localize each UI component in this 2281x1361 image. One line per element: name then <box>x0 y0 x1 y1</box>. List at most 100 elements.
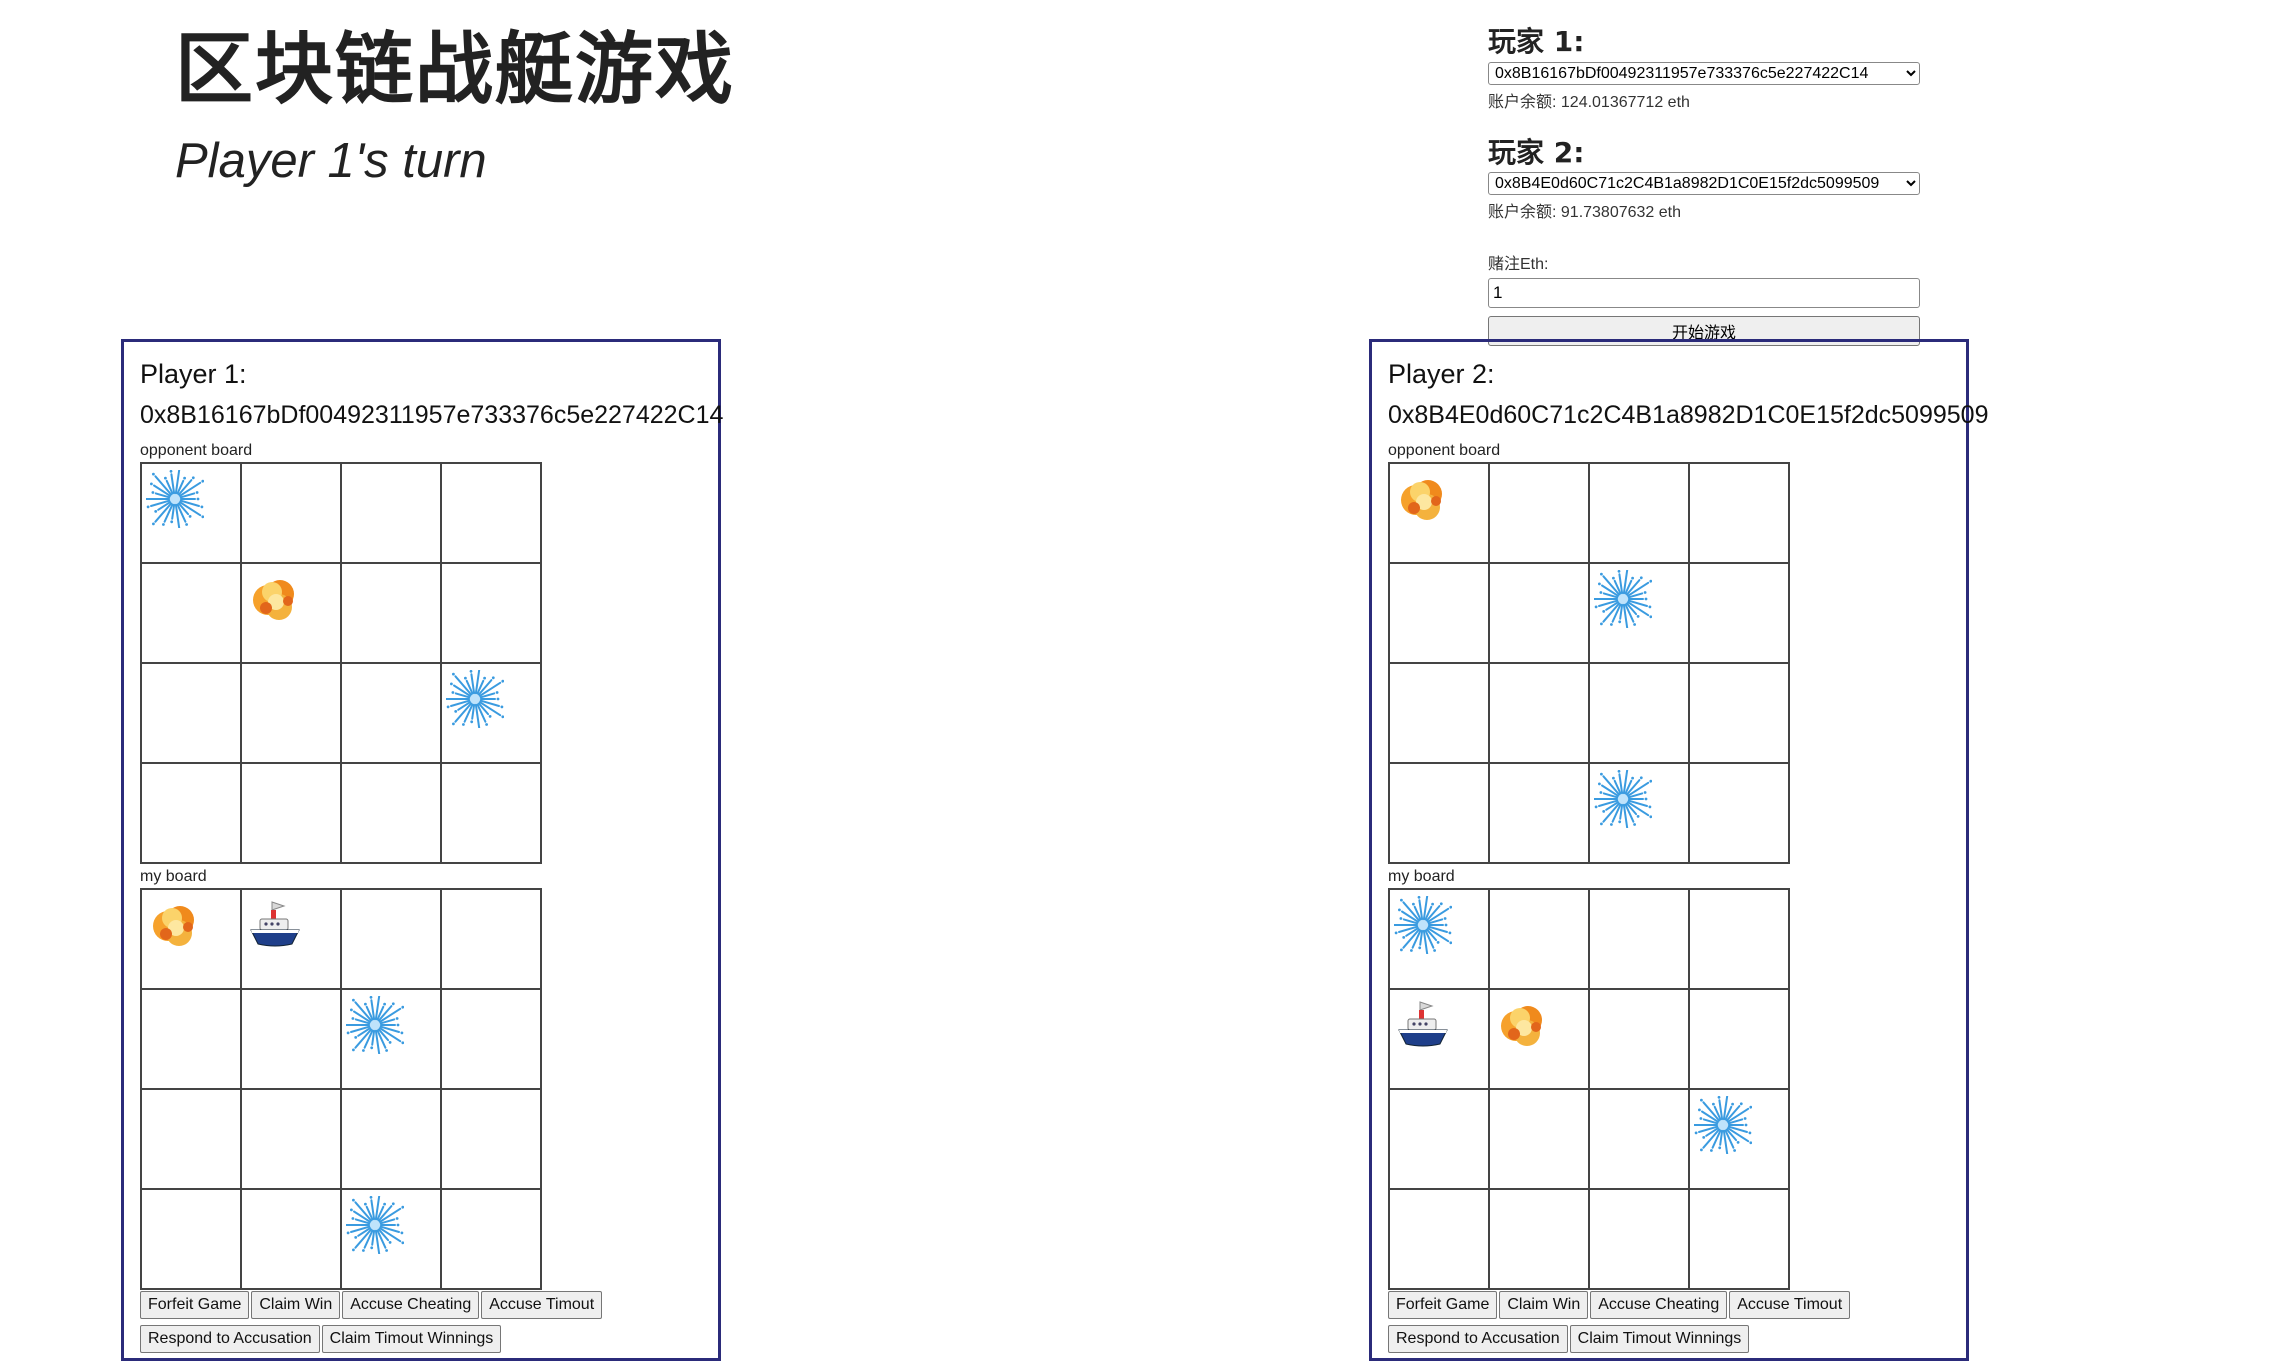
board-cell-r3-c0[interactable] <box>1389 1189 1489 1289</box>
board-cell-r2-c0[interactable] <box>141 1089 241 1189</box>
board-cell-r1-c3[interactable] <box>1689 563 1789 663</box>
forfeit-game-button[interactable]: Forfeit Game <box>140 1291 250 1319</box>
board-cell-r3-c1[interactable] <box>1489 763 1589 863</box>
board-cell-r1-c1[interactable] <box>241 989 341 1089</box>
board-cell-r3-c0[interactable] <box>1389 763 1489 863</box>
board-cell-r3-c3[interactable] <box>441 1189 541 1289</box>
board-cell-r3-c3[interactable] <box>441 763 541 863</box>
board-cell-r0-c3[interactable] <box>441 463 541 563</box>
board-cell-r0-c1[interactable] <box>241 463 341 563</box>
board-cell-r2-c0[interactable] <box>1389 663 1489 763</box>
board-cell-r2-c0[interactable] <box>141 663 241 763</box>
board-cell-r0-c3[interactable] <box>441 889 541 989</box>
player1-account-select[interactable]: 0x8B16167bDf00492311957e733376c5e227422C… <box>1488 61 1920 85</box>
board-cell-r0-c2[interactable] <box>341 463 441 563</box>
board-cell-r2-c3[interactable] <box>1688 1089 1789 1189</box>
board-cell-r0-c2[interactable] <box>1589 889 1689 989</box>
board-cell-r2-c3[interactable] <box>440 663 541 763</box>
board-cell-r1-c0[interactable] <box>1389 563 1489 663</box>
board-cell-r0-c0[interactable] <box>1388 889 1489 989</box>
respond-accusation-button[interactable]: Respond to Accusation <box>1388 1325 1568 1353</box>
player1-label: 玩家 1: <box>1488 25 1585 58</box>
respond-accusation-button[interactable]: Respond to Accusation <box>140 1325 320 1353</box>
board-cell-r3-c1[interactable] <box>241 763 341 863</box>
splash-icon <box>1388 890 1453 960</box>
board-cell-r1-c1[interactable] <box>1489 563 1589 663</box>
board-cell-r2-c0[interactable] <box>1389 1089 1489 1189</box>
accuse-cheating-button[interactable]: Accuse Cheating <box>342 1291 480 1319</box>
board-cell-r1-c2[interactable] <box>340 989 441 1089</box>
board-cell-r3-c2[interactable] <box>1589 1189 1689 1289</box>
opponent-board <box>1388 462 1790 864</box>
board-cell-r1-c2[interactable] <box>1588 563 1689 663</box>
board-cell-r0-c1[interactable] <box>241 889 341 989</box>
board-cell-r1-c3[interactable] <box>441 989 541 1089</box>
board-cell-r0-c0[interactable] <box>140 463 241 563</box>
player2-label: 玩家 2: <box>1488 135 1585 169</box>
board-cell-r2-c1[interactable] <box>1489 663 1589 763</box>
board-cell-r2-c2[interactable] <box>1589 1089 1689 1189</box>
accuse-timeout-button[interactable]: Accuse Timout <box>481 1291 603 1319</box>
opponent-board-label: opponent board <box>1388 442 1501 459</box>
ship-icon <box>246 896 304 954</box>
board-cell-r3-c3[interactable] <box>1689 1189 1789 1289</box>
forfeit-game-button[interactable]: Forfeit Game <box>1388 1291 1498 1319</box>
claim-win-button[interactable]: Claim Win <box>1499 1291 1589 1319</box>
board-cell-r2-c2[interactable] <box>1589 663 1689 763</box>
board-cell-r3-c0[interactable] <box>141 763 241 863</box>
board-cell-r1-c0[interactable] <box>141 563 241 663</box>
opponent-board-label: opponent board <box>140 442 253 459</box>
accuse-timeout-button[interactable]: Accuse Timout <box>1729 1291 1851 1319</box>
player2-account-select[interactable]: 0x8B4E0d60C71c2C4B1a8982D1C0E15f2dc50995… <box>1488 172 1920 196</box>
board-cell-r2-c2[interactable] <box>341 1089 441 1189</box>
board-cell-r0-c2[interactable] <box>341 889 441 989</box>
splash-icon <box>1588 564 1653 634</box>
board-cell-r1-c2[interactable] <box>341 563 441 663</box>
board-cell-r0-c1[interactable] <box>1489 463 1589 563</box>
board-cell-r2-c1[interactable] <box>1489 1089 1589 1189</box>
explosion-icon <box>1394 470 1452 528</box>
board-cell-r2-c2[interactable] <box>341 663 441 763</box>
bet-input[interactable] <box>1488 278 1920 309</box>
splash-icon <box>140 464 205 534</box>
board-cell-r0-c3[interactable] <box>1689 463 1789 563</box>
board-cell-r0-c0[interactable] <box>141 889 241 989</box>
board-cell-r2-c3[interactable] <box>441 1089 541 1189</box>
board-cell-r2-c3[interactable] <box>1689 663 1789 763</box>
board-cell-r2-c1[interactable] <box>241 1089 341 1189</box>
claim-timeout-winnings-button[interactable]: Claim Timout Winnings <box>321 1325 502 1353</box>
board-cell-r0-c1[interactable] <box>1489 889 1589 989</box>
explosion-icon <box>1494 996 1552 1054</box>
claim-timeout-winnings-button[interactable]: Claim Timout Winnings <box>1569 1325 1750 1353</box>
board-cell-r3-c0[interactable] <box>141 1189 241 1289</box>
board-cell-r1-c1[interactable] <box>1489 989 1589 1089</box>
board-cell-r3-c2[interactable] <box>1588 763 1689 863</box>
claim-win-button[interactable]: Claim Win <box>251 1291 341 1319</box>
board-cell-r3-c1[interactable] <box>1489 1189 1589 1289</box>
board-cell-r1-c0[interactable] <box>1389 989 1489 1089</box>
action-buttons: Forfeit Game Claim Win Accuse Cheating Accu… <box>1388 1291 1948 1359</box>
board-cell-r0-c0[interactable] <box>1389 463 1489 563</box>
player2-panel: Player 2: 0x8B4E0d60C71c2C4B1a8982D1C0E1… <box>1369 339 1988 1361</box>
board-cell-r3-c2[interactable] <box>341 763 441 863</box>
board-cell-r1-c0[interactable] <box>141 989 241 1089</box>
board-cell-r1-c3[interactable] <box>1689 989 1789 1089</box>
board-cell-r0-c3[interactable] <box>1689 889 1789 989</box>
turn-indicator: Player 1's turn <box>175 134 487 188</box>
splash-icon <box>440 664 505 734</box>
board-cell-r0-c2[interactable] <box>1589 463 1689 563</box>
opponent-board <box>140 462 542 864</box>
board-cell-r1-c3[interactable] <box>441 563 541 663</box>
my-board <box>1388 888 1790 1290</box>
board-cell-r2-c1[interactable] <box>241 663 341 763</box>
player-title: Player 2: <box>1388 359 1495 389</box>
board-cell-r3-c1[interactable] <box>241 1189 341 1289</box>
board-cell-r1-c2[interactable] <box>1589 989 1689 1089</box>
board-cell-r3-c2[interactable] <box>340 1189 441 1289</box>
accuse-cheating-button[interactable]: Accuse Cheating <box>1590 1291 1728 1319</box>
board-cell-r1-c1[interactable] <box>241 563 341 663</box>
action-buttons: Forfeit Game Claim Win Accuse Cheating Accu… <box>140 1291 700 1359</box>
explosion-icon <box>246 570 304 628</box>
splash-icon <box>340 990 405 1060</box>
board-cell-r3-c3[interactable] <box>1689 763 1789 863</box>
